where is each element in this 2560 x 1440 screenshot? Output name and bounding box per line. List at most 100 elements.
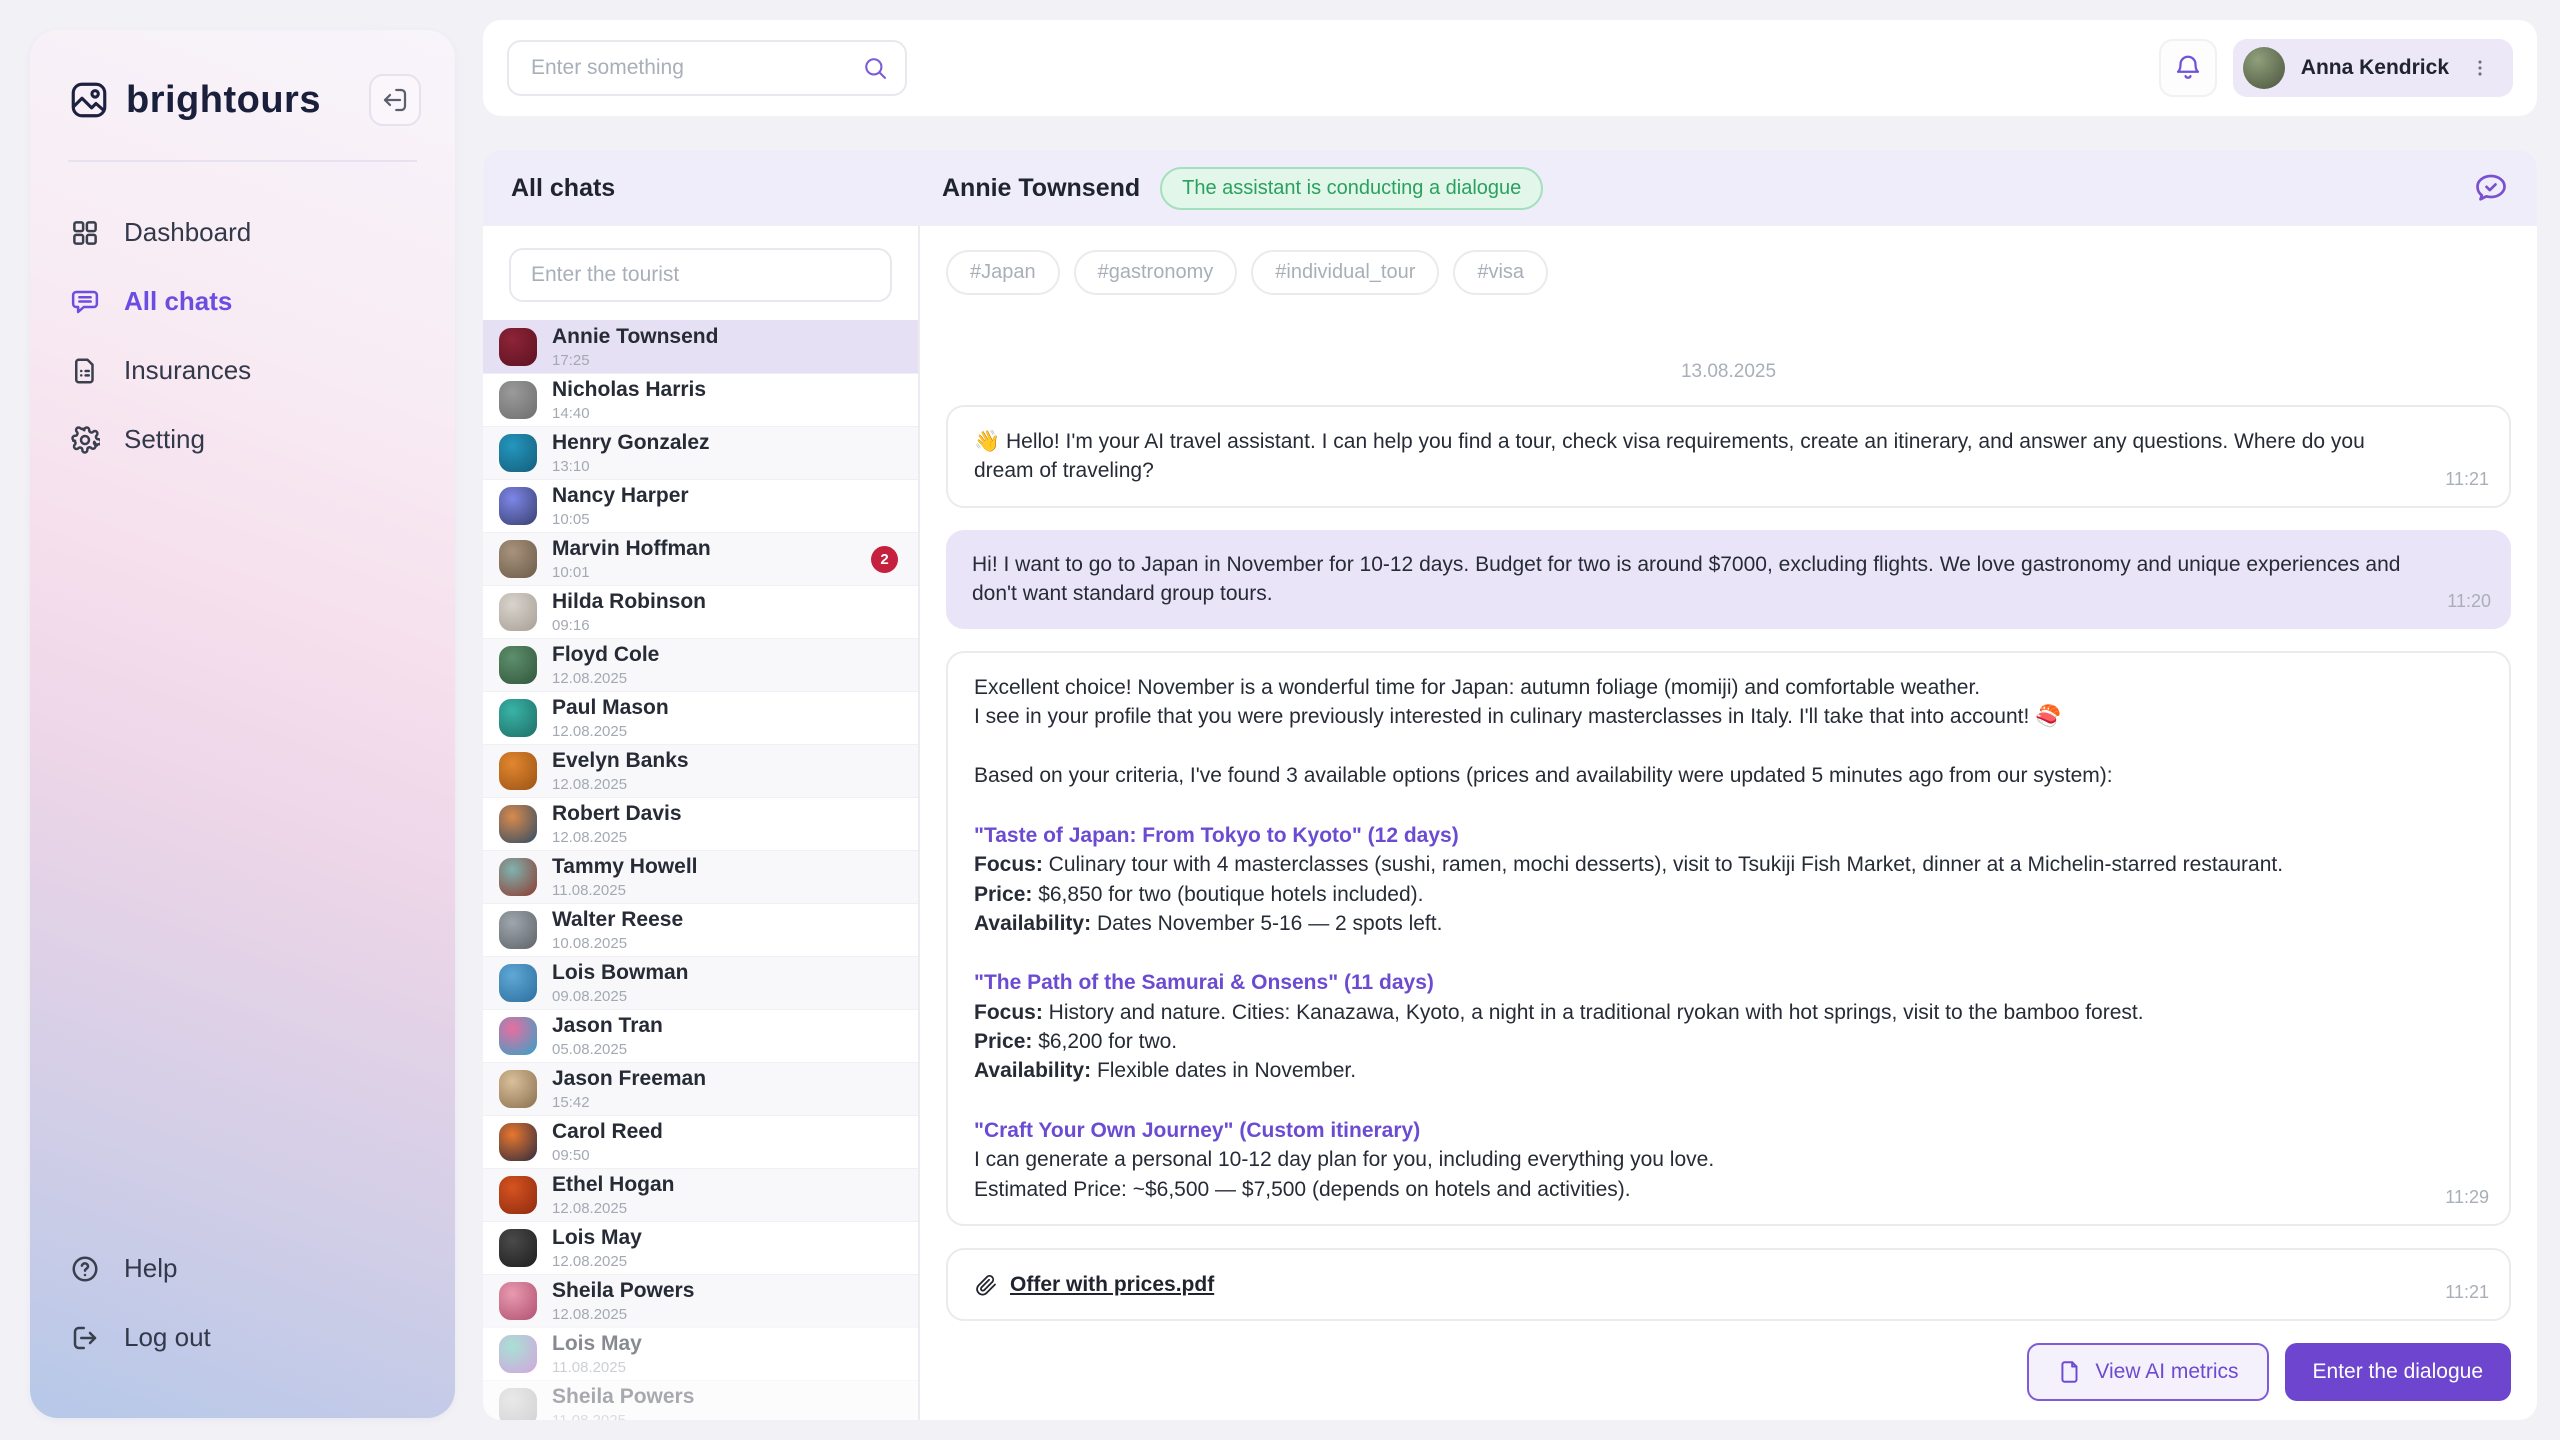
logo-row: brightours [30,30,455,156]
chat-list-item[interactable]: Floyd Cole 12.08.2025 [483,638,918,691]
user-menu[interactable]: Anna Kendrick [2233,39,2513,97]
chat-list-item[interactable]: Henry Gonzalez 13:10 [483,426,918,479]
chat-list-item[interactable]: Tammy Howell 11.08.2025 [483,850,918,903]
tour-option-title[interactable]: "Craft Your Own Journey" (Custom itinera… [974,1116,2399,1145]
avatar [499,911,537,949]
collapse-sidebar-button[interactable] [369,74,421,126]
sidebar-item-logout[interactable]: Log out [30,1303,455,1372]
dialogue-check-icon[interactable] [2473,170,2509,206]
metrics-file-icon [2057,1359,2083,1385]
contact-time: 09.08.2025 [552,988,689,1005]
main-card: All chats Annie Townsend The assistant i… [483,150,2537,1420]
chat-bubble-icon [70,287,100,317]
contact-name: Hilda Robinson [552,590,706,614]
sidebar-item-dashboard[interactable]: Dashboard [30,198,455,267]
chat-list-item[interactable]: Evelyn Banks 12.08.2025 [483,744,918,797]
chat-list-item[interactable]: Lois May 12.08.2025 [483,1221,918,1274]
actions-bar: View AI metrics Enter the dialogue [920,1332,2537,1420]
sidebar-item-setting[interactable]: Setting [30,405,455,474]
avatar [499,381,537,419]
chat-list-item[interactable]: Marvin Hoffman 10:01 2 [483,532,918,585]
sidebar-item-label: Help [124,1253,177,1284]
chat-list-item[interactable]: Nancy Harper 10:05 [483,479,918,532]
tag-chip[interactable]: #Japan [946,250,1060,295]
tourist-search-input[interactable] [509,248,892,302]
avatar [499,1176,537,1214]
chat-list-item[interactable]: Sheila Powers 12.08.2025 [483,1274,918,1327]
contact-name: Ethel Hogan [552,1173,675,1197]
tour-option-line: Focus: History and nature. Cities: Kanaz… [974,998,2399,1027]
avatar [499,1070,537,1108]
chat-list-item[interactable]: Nicholas Harris 14:40 [483,373,918,426]
chat-list-item[interactable]: Annie Townsend 17:25 [483,320,918,373]
sidebar-item-label: All chats [124,286,232,317]
tour-option-line: Focus: Culinary tour with 4 masterclasse… [974,850,2399,879]
contact-name: Robert Davis [552,802,682,826]
contact-name: Carol Reed [552,1120,663,1144]
kebab-menu-icon[interactable] [2465,57,2495,79]
topbar-right: Anna Kendrick [2159,39,2513,97]
app-title: brightours [126,79,369,122]
tour-option-line: Estimated Price: ~$6,500 — $7,500 (depen… [974,1175,2399,1204]
avatar [499,752,537,790]
chat-list-item[interactable]: Carol Reed 09:50 [483,1115,918,1168]
chat-list-item[interactable]: Paul Mason 12.08.2025 [483,691,918,744]
tour-option: "Craft Your Own Journey" (Custom itinera… [974,1116,2399,1204]
dashboard-grid-icon [70,218,100,248]
message-time: 11:20 [2447,589,2491,614]
sidebar-divider [68,160,417,162]
message-paragraph: Excellent choice! November is a wonderfu… [974,673,2399,732]
sidebar-item-all-chats[interactable]: All chats [30,267,455,336]
contact-time: 05.08.2025 [552,1041,663,1058]
tour-option-title[interactable]: "Taste of Japan: From Tokyo to Kyoto" (1… [974,821,2399,850]
avatar [499,1123,537,1161]
help-icon [70,1254,100,1284]
chat-list-item[interactable]: Jason Freeman 15:42 [483,1062,918,1115]
avatar [499,487,537,525]
logout-icon [70,1323,100,1353]
contact-time: 09:50 [552,1147,663,1164]
view-ai-metrics-button[interactable]: View AI metrics [2027,1343,2268,1401]
avatar [499,1388,537,1420]
enter-dialogue-button[interactable]: Enter the dialogue [2285,1343,2511,1401]
message-time: 11:21 [2445,467,2489,492]
avatar [499,964,537,1002]
chat-list-item[interactable]: Walter Reese 10.08.2025 [483,903,918,956]
chat-header: Annie Townsend The assistant is conducti… [920,150,2537,226]
attachment-link[interactable]: Offer with prices.pdf [1010,1270,1214,1299]
tag-chip[interactable]: #individual_tour [1251,250,1439,295]
chat-list-item[interactable]: Jason Tran 05.08.2025 [483,1009,918,1062]
date-separator: 13.08.2025 [946,361,2511,383]
global-search-input[interactable] [507,40,907,96]
chat-list-item[interactable]: Lois Bowman 09.08.2025 [483,956,918,1009]
contact-name: Annie Townsend [552,325,718,349]
chat-list-item[interactable]: Robert Davis 12.08.2025 [483,797,918,850]
contact-name: Floyd Cole [552,643,659,667]
contact-time: 14:40 [552,405,706,422]
chat-list-item[interactable]: Sheila Powers 11.08.2025 [483,1380,918,1420]
sidebar-item-label: Setting [124,424,205,455]
messages: 13.08.2025 👋 Hello! I'm your AI travel a… [920,295,2537,1332]
tag-chip[interactable]: #gastronomy [1074,250,1238,295]
chat-list-item[interactable]: Lois May 11.08.2025 [483,1327,918,1380]
tag-chip[interactable]: #visa [1453,250,1548,295]
contact-time: 12.08.2025 [552,670,659,687]
avatar [2243,47,2285,89]
user-name: Anna Kendrick [2301,56,2449,80]
contact-name: Paul Mason [552,696,669,720]
sidebar-item-insurances[interactable]: Insurances [30,336,455,405]
search-icon[interactable] [861,54,889,82]
notifications-button[interactable] [2159,39,2217,97]
sidebar-item-help[interactable]: Help [30,1234,455,1303]
chat-list-item[interactable]: Hilda Robinson 09:16 [483,585,918,638]
tour-option-title[interactable]: "The Path of the Samurai & Onsens" (11 d… [974,968,2399,997]
chat-list-title: All chats [483,150,920,226]
avatar [499,858,537,896]
contact-time: 12.08.2025 [552,829,682,846]
sidebar-nav: Dashboard All chats Insurances [30,188,455,484]
user-message: Hi! I want to go to Japan in November fo… [946,530,2511,629]
body-row: Annie Townsend 17:25 Nicholas Harris 14:… [483,226,2537,1420]
contact-time: 12.08.2025 [552,723,669,740]
message-time: 11:29 [2445,1185,2489,1210]
chat-list-item[interactable]: Ethel Hogan 12.08.2025 [483,1168,918,1221]
